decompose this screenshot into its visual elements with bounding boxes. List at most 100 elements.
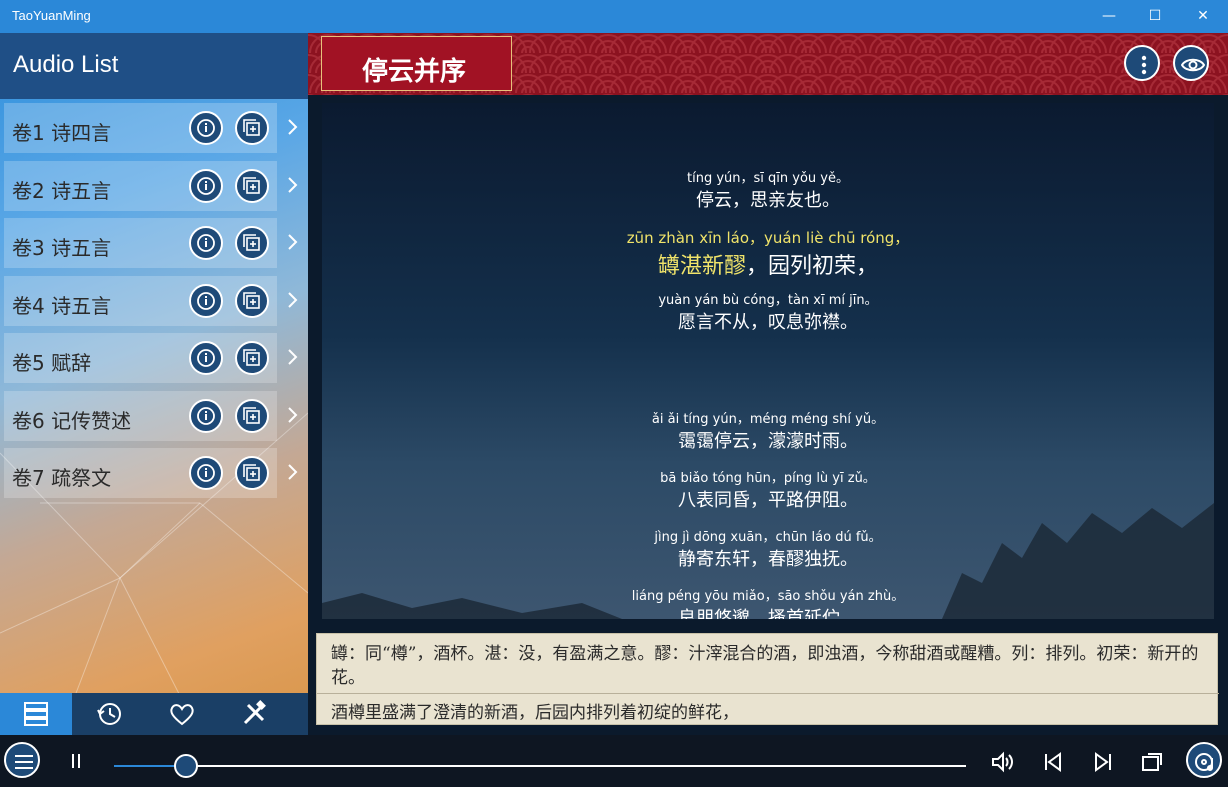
info-button[interactable] (189, 226, 223, 260)
pinyin-text: ǎi ǎi tíng yún，méng méng shí yǔ。 (651, 412, 885, 427)
info-button[interactable] (189, 168, 223, 203)
annotation-text: 罇：同“樽”，酒杯。湛：没，有盈满之意。醪：汁滓混合的酒，即浊酒，今称甜酒或醒糟… (331, 644, 1199, 688)
volume-label: 卷4 诗五言 (12, 293, 112, 318)
chevron-right-icon[interactable] (285, 462, 301, 482)
volume-icon[interactable] (990, 750, 1016, 774)
add-to-playlist-button[interactable] (235, 111, 269, 145)
volume-label: 卷5 赋辞 (12, 351, 92, 375)
list-icon (24, 702, 48, 726)
info-button[interactable] (189, 111, 223, 145)
info-button[interactable] (189, 456, 223, 490)
close-button[interactable]: ✕ (1180, 0, 1226, 33)
pinyin-text: jìng jì dōng xuān，chūn láo dú fǔ。 (654, 530, 882, 545)
poem-line: jìng jì dōng xuān，chūn láo dú fǔ。静寄东轩，春醪… (322, 526, 1214, 571)
poem-title: 停云并序 (362, 57, 467, 87)
minimize-button[interactable]: — (1086, 0, 1132, 33)
info-icon (197, 234, 215, 252)
history-icon (97, 703, 121, 725)
volume-item[interactable]: 卷4 诗五言 (4, 275, 298, 326)
poem-header: 停云并序 (308, 33, 1228, 95)
add-playlist-icon (243, 119, 260, 136)
audio-list-panel: Audio List 卷1 诗四言 卷2 诗五言 卷3 诗五言 卷4 诗五言 卷5 赋辞… (0, 33, 308, 735)
chevron-right-icon[interactable] (285, 405, 301, 425)
chevron-right-icon[interactable] (285, 232, 301, 252)
poem-line: liáng péng yōu miǎo，sāo shǒu yán zhù。 良朋悠… (322, 585, 1214, 619)
more-button[interactable] (1124, 45, 1160, 81)
volume-label: 卷6 记传赞述 (12, 408, 132, 433)
add-playlist-icon (243, 406, 260, 424)
tab-history[interactable] (74, 693, 146, 735)
volume-item[interactable]: 卷1 诗四言 (4, 103, 298, 153)
add-playlist-icon (243, 291, 260, 309)
info-button[interactable] (189, 341, 223, 375)
disc-music-icon (1195, 753, 1213, 771)
progress-slider[interactable] (114, 754, 966, 778)
chevron-right-icon[interactable] (285, 117, 301, 137)
hamburger-icon (15, 755, 33, 769)
hanzi-text: 静寄东轩，春醪独抚。 (678, 549, 858, 570)
add-playlist-icon (243, 234, 260, 251)
hanzi-text: 八表同昏，平路伊阻。 (678, 490, 858, 511)
chevron-right-icon[interactable] (285, 290, 301, 310)
info-icon (197, 119, 215, 137)
info-button[interactable] (189, 398, 223, 433)
now-playing-button[interactable] (1186, 742, 1222, 778)
volume-item[interactable]: 卷3 诗五言 (4, 218, 298, 268)
info-icon (197, 406, 215, 425)
notes-divider (317, 693, 1219, 694)
menu-button[interactable] (4, 742, 40, 778)
previous-icon[interactable] (1042, 751, 1064, 773)
next-icon[interactable] (1092, 751, 1114, 773)
view-toggle-button[interactable] (1173, 45, 1209, 81)
add-to-playlist-button[interactable] (235, 398, 269, 433)
add-playlist-icon (243, 176, 260, 194)
volume-label: 卷3 诗五言 (12, 236, 112, 260)
app-title: TaoYuanMing (12, 8, 91, 23)
tab-tools[interactable] (218, 693, 290, 735)
volume-label: 卷1 诗四言 (12, 121, 112, 145)
player-bar (0, 735, 1228, 787)
progress-thumb[interactable] (174, 754, 199, 778)
pause-icon[interactable] (66, 751, 86, 771)
audio-list-title: Audio List (13, 51, 119, 78)
add-to-playlist-button[interactable] (235, 283, 269, 318)
tab-favorites[interactable] (146, 693, 218, 735)
volume-item[interactable]: 卷6 记传赞述 (4, 390, 298, 441)
poem-line-current: zūn zhàn xīn láo，yuán liè chū róng， 罇湛新醪，… (322, 227, 1214, 280)
pinyin-text: yuàn yán bù cóng，tàn xī mí jīn。 (658, 293, 878, 308)
hanzi-text: 罇湛新醪，园列初荣， (322, 248, 1214, 280)
heart-icon (170, 704, 194, 726)
audio-list-header: Audio List (0, 33, 308, 99)
add-playlist-icon (243, 464, 260, 481)
add-to-playlist-button[interactable] (235, 341, 269, 375)
chevron-right-icon[interactable] (285, 175, 301, 195)
repeat-icon[interactable] (1140, 750, 1164, 774)
add-to-playlist-button[interactable] (235, 168, 269, 203)
hanzi-rest: ，园列初荣， (746, 254, 879, 279)
info-button[interactable] (189, 283, 223, 318)
lyrics-panel: tíng yún，sī qīn yǒu yě。 停云，思亲友也。 zūn zhàn … (322, 103, 1214, 619)
volume-label: 卷2 诗五言 (12, 178, 112, 203)
volume-label: 卷7 疏祭文 (12, 466, 112, 490)
hanzi-text: 良朋悠邈，搔首延伫。 (678, 608, 858, 619)
add-to-playlist-button[interactable] (235, 456, 269, 490)
pinyin-text: tíng yún，sī qīn yǒu yě。 (687, 171, 849, 186)
volume-item[interactable]: 卷5 赋辞 (4, 333, 298, 383)
translation-text: 酒樽里盛满了澄清的新酒，后园内排列着初绽的鲜花， (331, 703, 739, 723)
hanzi-highlight: 罇湛新醪 (657, 254, 746, 279)
pinyin-text: zūn zhàn xīn láo，yuán liè chū róng， (626, 229, 910, 247)
chevron-right-icon[interactable] (285, 347, 301, 367)
add-to-playlist-button[interactable] (235, 226, 269, 260)
more-vertical-icon (1141, 55, 1147, 75)
maximize-button[interactable]: ☐ (1132, 0, 1178, 33)
volume-item[interactable]: 卷2 诗五言 (4, 160, 298, 211)
tab-audio-list[interactable] (0, 693, 72, 735)
hanzi-text: 愿言不从，叹息弥襟。 (678, 312, 858, 333)
pinyin-text: bā biǎo tóng hūn，píng lù yī zǔ。 (660, 471, 876, 486)
bottom-tab-bar (0, 693, 308, 735)
eye-icon (1181, 58, 1205, 72)
poem-title-box: 停云并序 (321, 36, 512, 91)
volume-item[interactable]: 卷7 疏祭文 (4, 448, 298, 498)
poem-line: tíng yún，sī qīn yǒu yě。 停云，思亲友也。 (322, 167, 1214, 212)
poem-line: yuàn yán bù cóng，tàn xī mí jīn。愿言不从，叹息弥襟… (322, 289, 1214, 334)
